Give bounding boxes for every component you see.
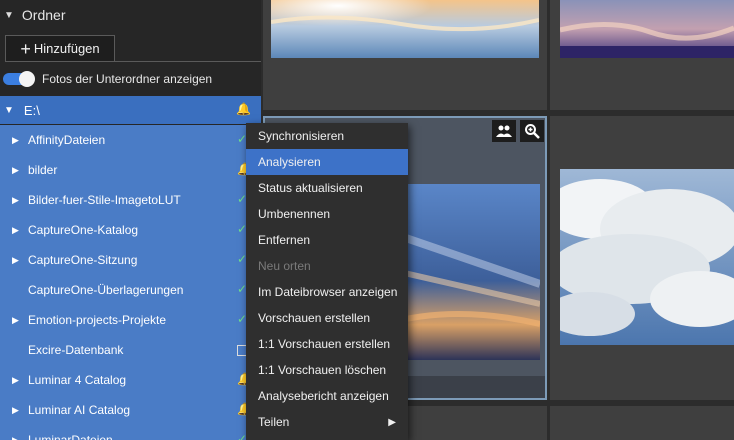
menu-item-label: Status aktualisieren: [258, 181, 363, 195]
people-icon[interactable]: [492, 120, 516, 142]
menu-item[interactable]: Analysieren: [246, 149, 408, 175]
tree-item[interactable]: Excire-Datenbank: [0, 335, 261, 365]
triangle-right-icon[interactable]: ▶: [12, 375, 22, 386]
tree-item-label: Emotion-projects-Projekte: [28, 313, 167, 327]
tree-item[interactable]: ▶ Emotion-projects-Projekte ✓: [0, 305, 261, 335]
menu-item-label: Vorschauen erstellen: [258, 311, 371, 325]
menu-item-label: Analysebericht anzeigen: [258, 389, 389, 403]
menu-item-label: Entfernen: [258, 233, 311, 247]
tree-item[interactable]: ▶ CaptureOne-Katalog ✓: [0, 215, 261, 245]
tree-item-label: CaptureOne-Sitzung: [28, 253, 138, 267]
triangle-down-icon: ▼: [4, 9, 14, 21]
tree-item-label: AffinityDateien: [28, 133, 106, 147]
thumbnail-cell[interactable]: [550, 0, 734, 110]
tree-item-label: Bilder-fuer-Stile-ImagetoLUT: [28, 193, 181, 207]
menu-item[interactable]: Status aktualisieren: [246, 175, 408, 201]
tree-item-label: CaptureOne-Überlagerungen: [28, 283, 184, 297]
triangle-right-icon[interactable]: ▶: [12, 405, 22, 416]
subfolder-photos-toggle-row: Fotos der Unterordner anzeigen: [0, 68, 261, 90]
thumbnail-cell[interactable]: [550, 116, 734, 400]
menu-item-label: Analysieren: [258, 155, 321, 169]
menu-item[interactable]: Analysebericht anzeigen: [246, 383, 408, 409]
plus-icon: +: [20, 38, 31, 59]
triangle-right-icon[interactable]: ▶: [12, 165, 22, 176]
triangle-right-icon[interactable]: ▶: [12, 315, 22, 326]
tree-item-label: LuminarDateien: [28, 433, 113, 440]
menu-item[interactable]: Entfernen: [246, 227, 408, 253]
tree-root-item[interactable]: ▼ E:\ 🔔: [0, 96, 261, 124]
tree-item[interactable]: ▶ CaptureOne-Sitzung ✓: [0, 245, 261, 275]
tree-item[interactable]: ▶ bilder 🔔: [0, 155, 261, 185]
triangle-right-icon[interactable]: ▶: [12, 135, 22, 146]
section-title: Ordner: [21, 7, 66, 23]
triangle-right-icon[interactable]: ▶: [12, 255, 22, 266]
menu-item[interactable]: Teilen ▶: [246, 409, 408, 435]
menu-item: Neu orten: [246, 253, 408, 279]
menu-item-label: Im Dateibrowser anzeigen: [258, 285, 398, 299]
divider: [115, 61, 261, 62]
zoom-in-icon[interactable]: [520, 120, 544, 142]
tree-item-label: bilder: [28, 163, 58, 177]
menu-item-label: 1:1 Vorschauen erstellen: [258, 337, 391, 351]
menu-item-label: Synchronisieren: [258, 129, 345, 143]
menu-item-label: Umbenennen: [258, 207, 331, 221]
tree-root-label: E:\: [23, 102, 40, 118]
subfolder-photos-toggle[interactable]: [3, 71, 35, 87]
tree-item[interactable]: ▶ Luminar 4 Catalog 🔔: [0, 365, 261, 395]
tree-item-label: CaptureOne-Katalog: [28, 223, 139, 237]
menu-item[interactable]: Im Dateibrowser anzeigen: [246, 279, 408, 305]
menu-item[interactable]: 1:1 Vorschauen löschen: [246, 357, 408, 383]
thumbnail-cell[interactable]: [263, 0, 547, 110]
triangle-right-icon[interactable]: ▶: [12, 225, 22, 236]
menu-item-label: Teilen: [258, 415, 290, 429]
tree-item-label: Excire-Datenbank: [28, 343, 124, 357]
folders-section-header[interactable]: ▼ Ordner: [0, 0, 261, 30]
folder-tree: ▶ AffinityDateien ✓ ▶ bilder 🔔 ▶ Bilder-fuer-St…: [0, 125, 261, 440]
thumbnail-image: [271, 0, 539, 58]
submenu-arrow-icon: ▶: [388, 416, 396, 428]
menu-item[interactable]: 1:1 Vorschauen erstellen: [246, 331, 408, 357]
folders-panel: ▼ Ordner + Hinzufügen Fotos der Unterord…: [0, 0, 261, 440]
context-menu: Synchronisieren Analysieren Status aktuali…: [246, 123, 408, 440]
triangle-right-icon[interactable]: ▶: [12, 435, 22, 440]
add-button-label: Hinzufügen: [33, 41, 100, 56]
menu-item[interactable]: Synchronisieren: [246, 123, 408, 149]
triangle-down-icon[interactable]: ▼: [4, 105, 14, 116]
tree-item[interactable]: ▶ AffinityDateien ✓: [0, 125, 261, 155]
add-folder-button[interactable]: + Hinzufügen: [5, 35, 115, 62]
toggle-label: Fotos der Unterordner anzeigen: [42, 72, 213, 86]
tree-item-label: Luminar AI Catalog: [28, 403, 131, 417]
tree-item[interactable]: ▶ Bilder-fuer-Stile-ImagetoLUT ✓: [0, 185, 261, 215]
toggle-knob: [19, 71, 35, 87]
tree-item[interactable]: CaptureOne-Überlagerungen ✓: [0, 275, 261, 305]
menu-item[interactable]: Vorschauen erstellen: [246, 305, 408, 331]
bell-icon: 🔔: [236, 102, 251, 116]
menu-item-label: Neu orten: [258, 259, 311, 273]
tree-item[interactable]: ▶ LuminarDateien ✓: [0, 425, 261, 440]
thumbnail-image: [560, 0, 734, 58]
tree-item-label: Luminar 4 Catalog: [28, 373, 127, 387]
menu-item-label: 1:1 Vorschauen löschen: [258, 363, 387, 377]
tree-item[interactable]: ▶ Luminar AI Catalog 🔔: [0, 395, 261, 425]
triangle-right-icon[interactable]: ▶: [12, 195, 22, 206]
thumbnail-cell[interactable]: [550, 406, 734, 440]
thumbnail-image: [560, 169, 734, 345]
menu-item[interactable]: Umbenennen: [246, 201, 408, 227]
